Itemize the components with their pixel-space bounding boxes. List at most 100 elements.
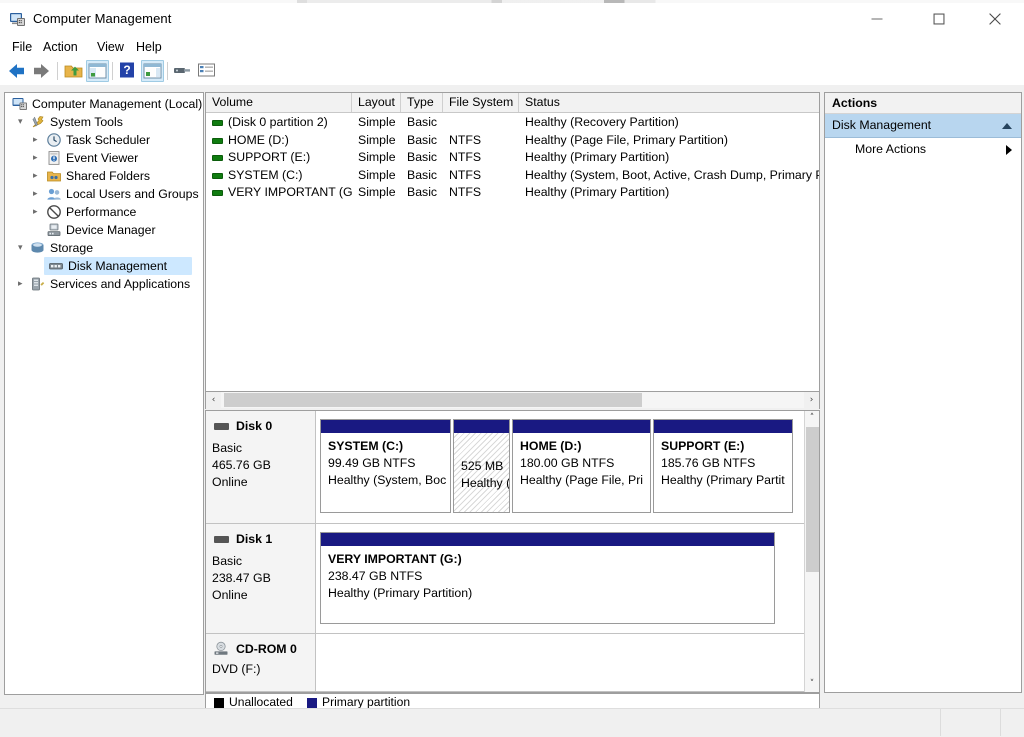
disk-row-cdrom-0[interactable]: CD-ROM 0 DVD (F:) [206,634,819,692]
close-button[interactable] [972,3,1018,35]
column-header-status[interactable]: Status [519,93,819,112]
console-tree-pane[interactable]: Computer Management (Local) ▾ System Too… [4,92,204,695]
forward-icon[interactable] [30,60,53,82]
tree-item-event-viewer[interactable]: ▸ Event Viewer [5,149,203,167]
screen: Computer Management File Action View Hel… [0,0,1024,737]
cdrom-0-media [316,634,819,692]
tree-root-label: Computer Management (Local) [32,97,203,111]
actions-pane[interactable]: Actions Disk Management More Actions [824,92,1022,693]
submenu-arrow-icon[interactable] [1006,144,1012,155]
back-icon[interactable] [5,60,28,82]
up-folder-icon[interactable] [62,60,85,82]
cell-layout: Simple [358,167,396,182]
window-title: Computer Management [33,11,172,26]
cell-type: Basic [407,185,438,200]
tree-item-task-scheduler[interactable]: ▸ Task Scheduler [5,131,203,149]
cell-layout: Simple [358,185,396,200]
partition-system-c[interactable]: SYSTEM (C:) 99.49 GB NTFS Healthy (Syste… [320,419,451,513]
minimize-button[interactable] [854,3,900,35]
chevron-down-icon[interactable]: ▾ [18,113,23,131]
cell-file-system: NTFS [449,167,482,182]
tree-item-computer-management-local[interactable]: Computer Management (Local) [5,95,203,113]
disk-view-vertical-scrollbar[interactable]: ˄ ˅ [804,411,819,692]
scroll-up-arrow-icon[interactable]: ˄ [805,411,819,426]
disk-row-disk-0[interactable]: Disk 0 Basic 465.76 GB Online SYSTEM (C:… [206,411,819,524]
cell-type: Basic [407,167,438,182]
disk-0-name: Disk 0 [236,419,273,433]
chevron-right-icon[interactable]: ▸ [33,149,38,167]
tree-item-services-and-applications[interactable]: ▸ Services and Applications [5,275,203,293]
table-row[interactable]: VERY IMPORTANT (G:) Simple Basic NTFS He… [206,184,819,202]
show-hide-action-pane-icon[interactable] [141,60,164,82]
cell-volume: (Disk 0 partition 2) [228,115,328,129]
partition-status: Healthy (Primary Partit [661,473,785,487]
column-header-type[interactable]: Type [401,93,443,112]
menu-bar: File Action View Help [0,36,1024,58]
menu-help[interactable]: Help [131,38,167,56]
menu-action[interactable]: Action [38,38,83,56]
volume-list-pane[interactable]: Volume Layout Type File System Status (D… [205,92,820,392]
chevron-right-icon[interactable]: ▸ [33,185,38,203]
disk-row-disk-1[interactable]: Disk 1 Basic 238.47 GB Online VERY IMPOR… [206,524,819,634]
cell-layout: Simple [358,115,396,129]
partition-very-important-g[interactable]: VERY IMPORTANT (G:) 238.47 GB NTFS Healt… [320,532,775,624]
chevron-right-icon[interactable]: ▸ [33,167,38,185]
actions-section-label: Disk Management [832,118,932,132]
chevron-right-icon[interactable]: ▸ [33,203,38,221]
partition-color-bar [654,420,792,434]
partition-support-e[interactable]: SUPPORT (E:) 185.76 GB NTFS Healthy (Pri… [653,419,793,513]
cell-status: Healthy (Recovery Partition) [525,115,679,129]
menu-file[interactable]: File [7,38,37,56]
chevron-right-icon[interactable]: ▸ [33,131,38,149]
chevron-right-icon[interactable]: ▸ [18,275,23,293]
table-row[interactable]: SYSTEM (C:) Simple Basic NTFS Healthy (S… [206,167,819,185]
partition-color-bar [454,420,509,434]
maximize-button[interactable] [916,3,962,35]
status-bar-divider-1 [940,709,942,736]
show-hide-console-tree-icon[interactable] [86,60,109,82]
tree-item-disk-management[interactable]: Disk Management [5,257,203,275]
actions-section-disk-management[interactable]: Disk Management [825,114,1021,138]
disk-1-name: Disk 1 [236,532,273,546]
disk-graphical-view[interactable]: Disk 0 Basic 465.76 GB Online SYSTEM (C:… [205,410,820,693]
tree-item-local-users-and-groups[interactable]: ▸ Local Users and Groups [5,185,203,203]
cell-status: Healthy (Primary Partition) [525,150,670,165]
properties-icon[interactable] [172,60,195,82]
disk-management-icon [48,258,64,274]
toolbar-separator-3 [167,62,168,80]
partition-name: SUPPORT (E:) [661,439,745,453]
cell-volume: SYSTEM (C:) [228,167,303,182]
tree-item-performance[interactable]: ▸ Performance [5,203,203,221]
volume-list-horizontal-scrollbar[interactable]: ‹ › [205,392,820,409]
hscroll-thumb[interactable] [224,393,642,407]
column-header-volume[interactable]: Volume [206,93,352,112]
table-row[interactable]: SUPPORT (E:) Simple Basic NTFS Healthy (… [206,149,819,167]
column-header-layout[interactable]: Layout [352,93,401,112]
cdrom-icon [213,641,229,657]
scroll-down-arrow-icon[interactable]: ˅ [805,677,819,692]
actions-item-more-actions[interactable]: More Actions [825,138,1021,161]
tree-item-device-manager[interactable]: Device Manager [5,221,203,239]
tree-item-storage[interactable]: ▾ Storage [5,239,203,257]
volume-icon [212,137,223,144]
partition-color-bar [321,420,450,434]
table-row[interactable]: (Disk 0 partition 2) Simple Basic Health… [206,114,819,132]
toolbar-separator [57,62,58,80]
scroll-right-arrow-icon[interactable]: › [804,392,819,408]
list-view-icon[interactable] [196,60,219,82]
vscroll-thumb[interactable] [806,427,819,572]
partition-home-d[interactable]: HOME (D:) 180.00 GB NTFS Healthy (Page F… [512,419,651,513]
scroll-left-arrow-icon[interactable]: ‹ [206,392,221,408]
cell-status: Healthy (Primary Partition) [525,185,670,200]
partition-recovery[interactable]: 525 MB Healthy (F [453,419,510,513]
tree-item-shared-folders[interactable]: ▸ Shared Folders [5,167,203,185]
cdrom-0-label: CD-ROM 0 DVD (F:) [206,634,316,692]
table-row[interactable]: HOME (D:) Simple Basic NTFS Healthy (Pag… [206,132,819,150]
column-header-file-system[interactable]: File System [443,93,519,112]
collapse-arrow-icon[interactable] [1002,122,1012,129]
menu-view[interactable]: View [92,38,129,56]
disk-icon [214,423,229,430]
help-icon[interactable]: ? [116,60,139,82]
tree-item-system-tools[interactable]: ▾ System Tools [5,113,203,131]
chevron-down-icon[interactable]: ▾ [18,239,23,257]
